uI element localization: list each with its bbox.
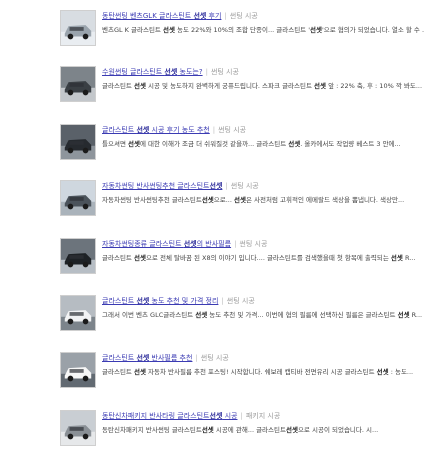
result-title-link[interactable]: 자동차썬팅종류 글라스틴트 선셋의 반사필름 xyxy=(102,240,231,248)
result-item: 글라스틴트 선셋 반사필름 추천 | 썬팅 시공글라스틴트 선셋 자동차 반사필름 … xyxy=(0,352,440,406)
result-title-link[interactable]: 글라스틴트 선셋 시공 후기 농도 추천 xyxy=(102,126,210,134)
result-item: 자동차썬팅 반사썬팅추천 글라스틴트선셋 | 썬팅 시공 자동차썬팅 반사썬팅추천 글… xyxy=(0,180,440,234)
result-title-row: 동탄썬팅 벤츠GLK 글라스틴트 선셋 후기 | 썬팅 시공 xyxy=(102,11,432,21)
result-title-link[interactable]: 동탄썬팅 벤츠GLK 글라스틴트 선셋 후기 xyxy=(102,12,221,20)
result-snippet: 글라스틴트 선셋 자동차 반사필름 추천 포스팅! 시작합니다. 쉐보레 캡티바… xyxy=(102,368,414,376)
separator: | xyxy=(224,12,227,20)
result-item: 글라스틴트 선셋 농도 추천 및 가격 정리 | 썬팅 시공그래서 이번 벤츠 GL… xyxy=(0,295,440,349)
car-photo-icon xyxy=(61,181,95,215)
car-photo-icon xyxy=(61,353,95,387)
result-title-row: 수원썬팅 글라스틴트 선셋 농도는? | 썬팅 시공 xyxy=(102,67,432,77)
car-photo-icon xyxy=(61,411,95,445)
result-item: 동탄신차패키지 반사타링 글라스틴트선셋 시공 | 패키지 시공 동탄신차패키지 반사… xyxy=(0,410,440,464)
result-title-row: 자동차썬팅 반사썬팅추천 글라스틴트선셋 | 썬팅 시공 xyxy=(102,181,432,191)
result-thumbnail[interactable] xyxy=(60,124,96,160)
car-photo-icon xyxy=(61,11,95,45)
result-snippet: 글라스틴트 선셋 시공 및 농도하지 완벽하게 궁퓨드립니다. 스파크 글라스틴… xyxy=(102,82,423,90)
result-thumbnail[interactable] xyxy=(60,295,96,331)
result-title-row: 자동차썬팅종류 글라스틴트 선셋의 반사필름 | 썬팅 시공 xyxy=(102,239,432,249)
result-snippet: 자동차썬팅 반사썬팅추천 글라스틴트선셋으로... 선셋은 사전처럼 고휘적인 … xyxy=(102,196,405,204)
result-title-link[interactable]: 글라스틴트 선셋 농도 추천 및 가격 정리 xyxy=(102,297,218,305)
separator: | xyxy=(221,297,224,305)
result-title-link[interactable]: 자동차썬팅 반사썬팅추천 글라스틴트선셋 xyxy=(102,182,222,190)
result-category[interactable]: 썬팅 시공 xyxy=(227,297,255,305)
result-item: 글라스틴트 선셋 시공 후기 농도 추천 | 썬팅 시공틀으셔면 선셋에 대한 이해… xyxy=(0,124,440,178)
separator: | xyxy=(195,354,198,362)
result-category[interactable]: 썬팅 시공 xyxy=(231,182,259,190)
result-category[interactable]: 썬팅 시공 xyxy=(211,68,239,76)
result-item: 수원썬팅 글라스틴트 선셋 농도는? | 썬팅 시공글라스틴트 선셋 시공 및 농도… xyxy=(0,66,440,120)
separator: | xyxy=(212,126,216,134)
result-thumbnail[interactable] xyxy=(60,238,96,274)
result-snippet: 글라스틴트 선셋으로 전체 탈바꿈 된 X8의 이야기 입니다.... 글라스틴… xyxy=(102,254,416,262)
result-title-link[interactable]: 동탄신차패키지 반사타링 글라스틴트선셋 시공 xyxy=(102,412,238,420)
result-thumbnail[interactable] xyxy=(60,66,96,102)
result-snippet: 그래서 이번 벤츠 GLC글라스틴트 선셋 농도 추천 및 가격... 이번에 … xyxy=(102,311,423,319)
separator: | xyxy=(234,240,237,248)
separator: | xyxy=(225,182,228,190)
result-title-row: 글라스틴트 선셋 시공 후기 농도 추천 | 썬팅 시공 xyxy=(102,125,432,135)
result-thumbnail[interactable] xyxy=(60,410,96,446)
result-title-link[interactable]: 글라스틴트 선셋 반사필름 추천 xyxy=(102,354,192,362)
result-category[interactable]: 썬팅 시공 xyxy=(230,12,258,20)
result-item: 동탄썬팅 벤츠GLK 글라스틴트 선셋 후기 | 썬팅 시공벤츠GL K 글라스틴트… xyxy=(0,10,440,64)
separator: | xyxy=(240,412,243,420)
result-thumbnail[interactable] xyxy=(60,180,96,216)
car-photo-icon xyxy=(61,125,95,159)
car-photo-icon xyxy=(61,67,95,101)
separator: | xyxy=(205,68,208,76)
result-snippet: 동탄신차패키지 반사썬팅 글라스틴트선셋 시공에 관해... 글라스틴트선셋으로… xyxy=(102,426,379,434)
result-snippet: 벤츠GL K 글라스틴트 선셋 농도 22%와 10%의 조합 단종이... 글… xyxy=(102,26,424,34)
result-category[interactable]: 패키지 시공 xyxy=(246,412,280,420)
result-thumbnail[interactable] xyxy=(60,352,96,388)
car-photo-icon xyxy=(61,239,95,273)
result-category[interactable]: 썬팅 시공 xyxy=(201,354,229,362)
result-title-row: 동탄신차패키지 반사타링 글라스틴트선셋 시공 | 패키지 시공 xyxy=(102,411,432,421)
result-thumbnail[interactable] xyxy=(60,10,96,46)
result-title-link[interactable]: 수원썬팅 글라스틴트 선셋 농도는? xyxy=(102,68,203,76)
result-item: 자동차썬팅종류 글라스틴트 선셋의 반사필름 | 썬팅 시공글라스틴트 선셋으로 전… xyxy=(0,238,440,292)
car-photo-icon xyxy=(61,296,95,330)
result-title-row: 글라스틴트 선셋 반사필름 추천 | 썬팅 시공 xyxy=(102,353,432,363)
result-snippet: 틀으셔면 선셋에 대한 이해가 조금 더 쉬워질것 같을까... 글라스틴트 선… xyxy=(102,140,401,148)
result-title-row: 글라스틴트 선셋 농도 추천 및 가격 정리 | 썬팅 시공 xyxy=(102,296,432,306)
result-category[interactable]: 썬팅 시공 xyxy=(218,126,246,134)
search-results-list: 동탄썬팅 벤츠GLK 글라스틴트 선셋 후기 | 썬팅 시공 벤츠GL K 글라스틴트… xyxy=(0,0,440,451)
result-category[interactable]: 썬팅 시공 xyxy=(239,240,267,248)
